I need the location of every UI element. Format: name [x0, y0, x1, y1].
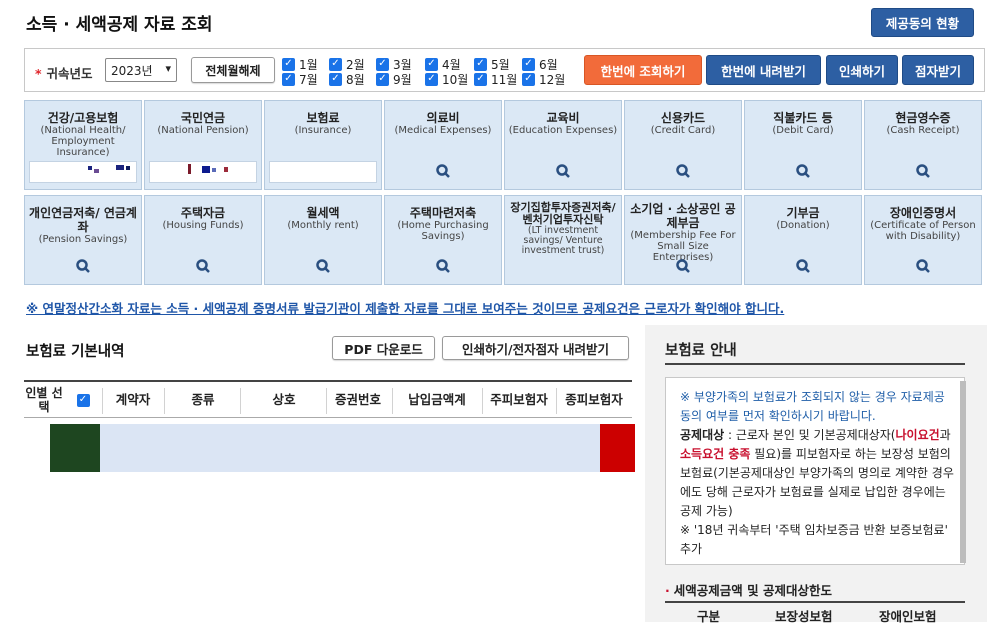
tile-donation[interactable]: 기부금 (Donation) [744, 195, 862, 285]
tile-education-expenses[interactable]: 교육비 (Education Expenses) [504, 100, 622, 190]
page-title: 소득 · 세액공제 자료 조회 [26, 15, 213, 35]
month-checkbox-9[interactable]: ✓ 9월 [376, 72, 412, 87]
month-checkbox-2[interactable]: ✓ 2월 [329, 57, 365, 72]
guide-title: 보험료 안내 [665, 343, 737, 359]
query-all-button[interactable]: 한번에 조회하기 [584, 55, 702, 85]
redacted-value [29, 161, 137, 183]
year-label: * 귀속년도 [35, 66, 93, 81]
search-icon [916, 259, 930, 273]
search-icon [436, 259, 450, 273]
search-icon [796, 164, 810, 178]
month-checkbox-11[interactable]: ✓ 11월 [474, 72, 517, 87]
pdf-download-button[interactable]: PDF 다운로드 [332, 336, 435, 360]
guide-scroll-thumb[interactable] [960, 381, 966, 563]
search-icon [316, 259, 330, 273]
column-header-primary-insured: 주피보험자 [490, 392, 548, 407]
column-header-type: 종류 [191, 392, 215, 407]
tile-monthly-rent[interactable]: 월세액 (Monthly rent) [264, 195, 382, 285]
month-checkbox-5[interactable]: ✓ 5월 [474, 57, 510, 72]
year-select[interactable]: 2023년 ▾ [105, 58, 177, 82]
chevron-down-icon: ▾ [165, 62, 171, 75]
category-tiles: 건강/고용보험 (National Health/ Employment Ins… [24, 100, 986, 290]
deduction-notice-link[interactable]: ※ 연말정산간소화 자료는 소득 · 세액공제 증명서류 발급기관이 제출한 자… [26, 298, 784, 317]
month-checkbox-3[interactable]: ✓ 3월 [376, 57, 412, 72]
month-checkbox-6[interactable]: ✓ 6월 [522, 57, 558, 72]
search-icon [196, 259, 210, 273]
tile-medical-expenses[interactable]: 의료비 (Medical Expenses) [384, 100, 502, 190]
tile-debit-card[interactable]: 직불카드 등 (Debit Card) [744, 100, 862, 190]
tile-credit-card[interactable]: 신용카드 (Credit Card) [624, 100, 742, 190]
column-header-policy-number: 증권번호 [334, 392, 381, 407]
filter-bar: * 귀속년도 2023년 ▾ 전체월해제 ✓ 1월 ✓ 2월 ✓ 3월 ✓ 4월 ✓ 5월 … [24, 48, 985, 92]
month-checkbox-4[interactable]: ✓ 4월 [425, 57, 461, 72]
insurance-guide-panel: 보험료 안내 ※ 부양가족의 보험료가 조회되지 않는 경우 자료제공동의 여부… [645, 325, 987, 624]
select-all-checkbox[interactable]: ✓ [64, 382, 102, 418]
tile-cash-receipt[interactable]: 현금영수증 (Cash Receipt) [864, 100, 982, 190]
deduction-limit-title: · 세액공제금액 및 공제대상한도 [665, 583, 832, 598]
consent-status-button[interactable]: 제공동의 현황 [871, 8, 974, 37]
tile-disability-certificate[interactable]: 장애인증명서 (Certificate of Person with Disab… [864, 195, 982, 285]
search-icon [556, 164, 570, 178]
search-icon [676, 259, 690, 273]
table-row[interactable] [100, 424, 600, 472]
month-checkbox-7[interactable]: ✓ 7월 [282, 72, 318, 87]
redacted-value [149, 161, 257, 183]
month-checkbox-8[interactable]: ✓ 8월 [329, 72, 365, 87]
insurance-table-header: 인별 선택 ✓ 계약자 종류 상호 증권번호 납입금액계 주피보험자 종피보험자 [24, 380, 632, 418]
search-icon [916, 164, 930, 178]
tile-home-purchasing-savings[interactable]: 주택마련저축 (Home Purchasing Savings) [384, 195, 502, 285]
column-header-secondary-insured: 종피보험자 [565, 392, 623, 407]
tile-insurance[interactable]: 보험료 (Insurance) [264, 100, 382, 190]
column-header-paid-total: 납입금액계 [408, 392, 466, 407]
month-checkbox-1[interactable]: ✓ 1월 [282, 57, 318, 72]
insurance-section-title: 보험료 기본내역 [26, 344, 125, 360]
column-header-select: 인별 선택 [25, 386, 63, 414]
print-button[interactable]: 인쇄하기 [826, 55, 898, 85]
search-icon [676, 164, 690, 178]
column-header-contractor: 계약자 [115, 392, 151, 407]
tile-lt-investment-savings[interactable]: 장기집합투자증권저축/ 벤처기업투자신탁 (LT investment savi… [504, 195, 622, 285]
search-icon [76, 259, 90, 273]
deduction-limit-table: 구분 보장성보험 장애인보험 [665, 601, 965, 624]
redacted-value [269, 161, 377, 183]
month-checkbox-12[interactable]: ✓ 12월 [522, 72, 565, 87]
braille-download-button[interactable]: 점자받기 [902, 55, 974, 85]
guide-content: ※ 부양가족의 보험료가 조회되지 않는 경우 자료제공동의 여부를 먼저 확인… [665, 377, 965, 565]
tile-small-enterprise-fee[interactable]: 소기업 · 소상공인 공제부금 (Membership Fee For Smal… [624, 195, 742, 285]
tile-national-pension[interactable]: 국민연금 (National Pension) [144, 100, 262, 190]
month-checkboxes: ✓ 1월 ✓ 2월 ✓ 3월 ✓ 4월 ✓ 5월 ✓ 6월 ✓ 7월 ✓ 8월 ✓ 9월 ✓ 10월… [282, 57, 582, 87]
print-electronic-button[interactable]: 인쇄하기/전자점자 내려받기 [442, 336, 629, 360]
tile-health-insurance[interactable]: 건강/고용보험 (National Health/ Employment Ins… [24, 100, 142, 190]
month-checkbox-10[interactable]: ✓ 10월 [425, 72, 468, 87]
tile-pension-savings[interactable]: 개인연금저축/ 연금계좌 (Pension Savings) [24, 195, 142, 285]
search-icon [436, 164, 450, 178]
search-icon [796, 259, 810, 273]
table-row-left-block [50, 424, 100, 472]
column-header-company: 상호 [272, 392, 296, 407]
download-all-button[interactable]: 한번에 내려받기 [706, 55, 821, 85]
table-row-right-block [600, 424, 635, 472]
tile-housing-funds[interactable]: 주택자금 (Housing Funds) [144, 195, 262, 285]
release-all-months-button[interactable]: 전체월해제 [191, 57, 275, 83]
